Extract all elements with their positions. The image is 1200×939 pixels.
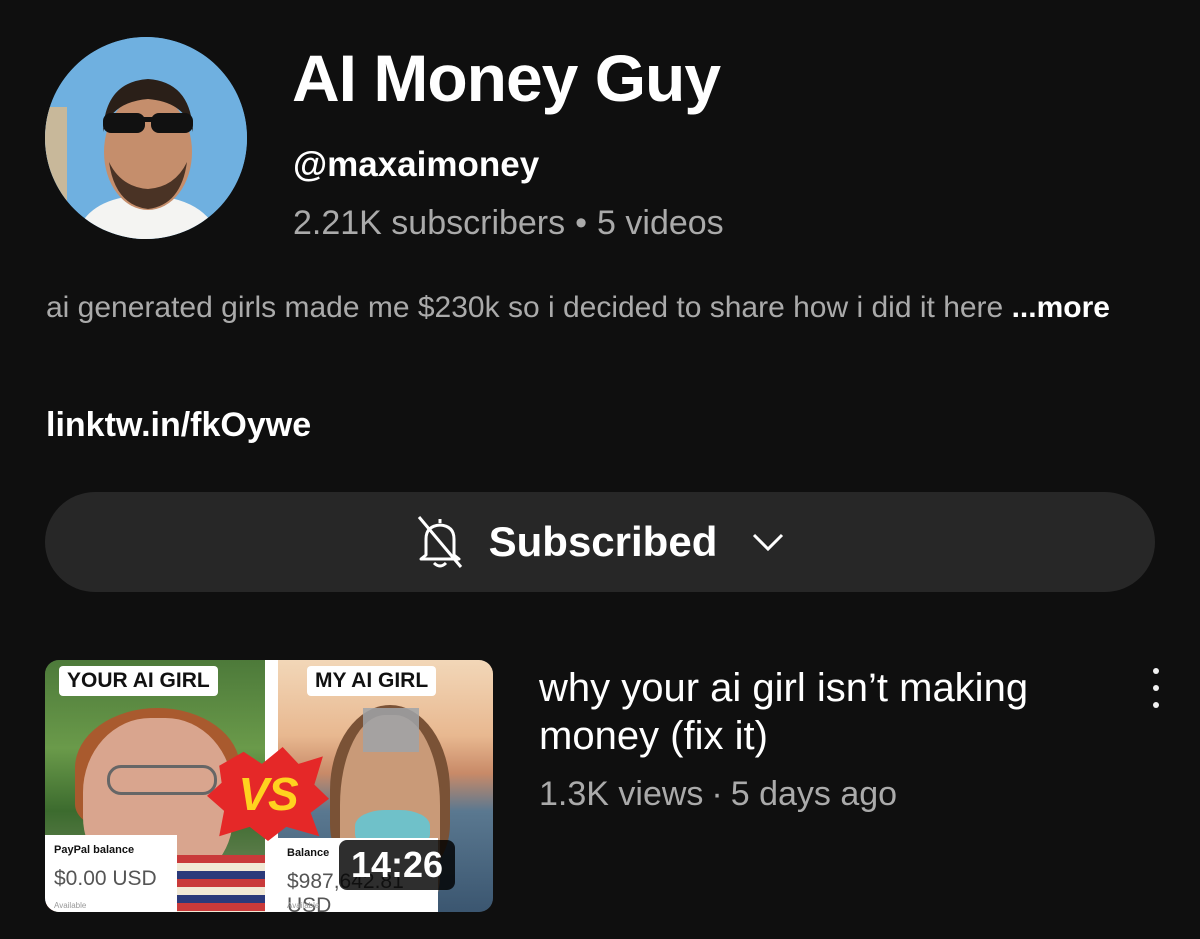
thumbnail-left-label: YOUR AI GIRL [59,666,218,696]
thumbnail-glasses [107,765,217,795]
channel-page: AI Money Guy @maxaimoney 2.21K subscribe… [0,0,1200,939]
left-balance-note: Available [54,901,87,910]
thumbnail-blur-box [363,708,419,752]
more-vertical-icon[interactable] [1143,668,1169,708]
stats-separator: • [575,204,588,242]
avatar-photo [45,37,247,239]
video-title[interactable]: why your ai girl isn’t making money (fix… [539,664,1099,760]
vs-text: VS [238,768,298,820]
left-balance-card: PayPal balance $0.00 USD Available [45,835,177,912]
video-count: 5 videos [597,204,724,242]
more-link[interactable]: ...more [1012,291,1110,324]
subscriber-count: 2.21K subscribers [293,204,566,242]
video-age: 5 days ago [730,775,898,813]
video-duration: 14:26 [339,840,456,890]
meta-separator: · [711,775,723,813]
left-balance-title: PayPal balance [54,844,135,856]
channel-handle: @maxaimoney [293,145,540,184]
bell-off-icon [417,516,462,568]
video-meta: 1.3K views · 5 days ago [539,775,897,814]
video-views: 1.3K views [539,775,704,813]
thumbnail-right-label: MY AI GIRL [307,666,437,696]
subscribed-label: Subscribed [488,518,718,565]
chevron-down-icon [753,533,784,552]
channel-link[interactable]: linktw.in/fkOywe [46,406,311,445]
description-text: ai generated girls made me $230k so i de… [46,291,1004,324]
left-balance-value: $0.00 USD [54,867,157,890]
channel-description[interactable]: ai generated girls made me $230k so i de… [46,288,1166,328]
right-balance-note: Available [287,901,320,910]
right-balance-title: Balance [287,847,330,859]
channel-avatar[interactable] [45,37,247,239]
channel-stats: 2.21K subscribers • 5 videos [293,204,724,243]
channel-name: AI Money Guy [292,41,721,115]
subscribed-button[interactable]: Subscribed [45,492,1155,592]
